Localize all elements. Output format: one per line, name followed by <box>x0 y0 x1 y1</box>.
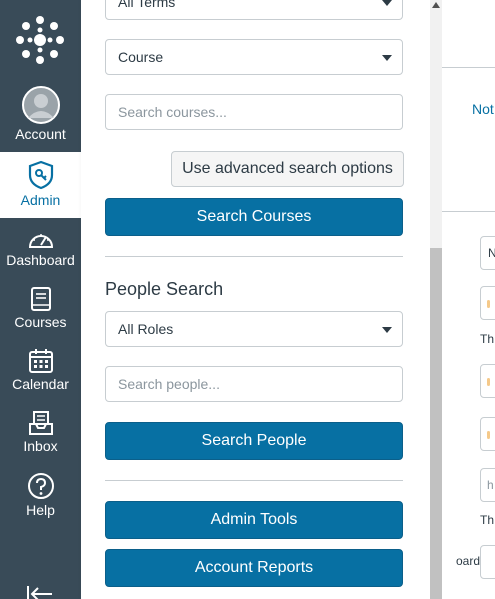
term-select-value: All Terms <box>118 0 176 10</box>
calendar-icon <box>28 349 53 373</box>
text-field[interactable] <box>480 286 495 320</box>
help-text: Th <box>480 513 495 527</box>
collapse-arrow-icon <box>27 586 52 599</box>
nav-calendar[interactable]: Calendar <box>0 348 81 396</box>
help-question-icon <box>27 473 54 499</box>
help-text: Th <box>480 332 495 346</box>
text-field[interactable] <box>480 364 495 398</box>
text-field[interactable] <box>480 417 495 451</box>
search-courses-input[interactable] <box>105 94 403 130</box>
search-courses-button[interactable]: Search Courses <box>105 198 403 236</box>
term-select[interactable]: All Terms <box>105 0 403 20</box>
divider <box>105 480 403 481</box>
name-field[interactable]: N <box>480 236 495 270</box>
inbox-icon <box>28 411 53 435</box>
roles-select-value: All Roles <box>118 321 174 337</box>
advanced-search-button[interactable]: Use advanced search options <box>171 151 404 187</box>
roles-select[interactable]: All Roles <box>105 311 403 347</box>
nav-courses-label: Courses <box>14 314 67 330</box>
search-people-button[interactable]: Search People <box>105 422 403 460</box>
tray-scrollbar[interactable] <box>430 0 442 599</box>
shield-key-icon <box>28 160 53 190</box>
canvas-logo-icon[interactable] <box>14 14 66 66</box>
chevron-down-icon <box>382 0 392 6</box>
scrollbar-thumb[interactable] <box>430 248 442 599</box>
people-search-heading: People Search <box>105 279 224 299</box>
scroll-up-arrow-icon[interactable] <box>432 2 440 8</box>
dashboard-gauge-icon <box>28 234 53 248</box>
tab-notifications[interactable]: Not <box>472 101 494 117</box>
nav-help-label: Help <box>26 502 55 518</box>
name-field-text: N <box>488 246 495 260</box>
course-type-select[interactable]: Course <box>105 39 403 75</box>
book-icon <box>30 287 51 311</box>
account-reports-button[interactable]: Account Reports <box>105 549 403 587</box>
chevron-down-icon <box>382 327 392 333</box>
chevron-down-icon <box>382 55 392 61</box>
course-type-select-value: Course <box>118 49 164 65</box>
nav-inbox[interactable]: Inbox <box>0 410 81 458</box>
nav-courses[interactable]: Courses <box>0 286 81 332</box>
nav-account[interactable]: Account <box>0 86 81 148</box>
admin-tray: All Terms Course Use advanced search opt… <box>81 0 430 599</box>
nav-inbox-label: Inbox <box>23 438 58 454</box>
nav-dashboard[interactable]: Dashboard <box>0 228 81 272</box>
nav-calendar-label: Calendar <box>12 376 69 392</box>
text-field-placeholder: h <box>487 478 494 492</box>
avatar-icon <box>21 86 60 124</box>
global-navigation: Account Admin Dashboard Courses Calendar… <box>0 0 81 599</box>
nav-account-label: Account <box>15 126 66 142</box>
text-field[interactable]: h <box>480 468 495 502</box>
nav-admin[interactable]: Admin <box>0 152 81 218</box>
nav-help[interactable]: Help <box>0 472 81 520</box>
divider <box>105 256 403 257</box>
collapse-nav-button[interactable] <box>0 584 81 599</box>
nav-dashboard-label: Dashboard <box>6 252 75 268</box>
search-people-input[interactable] <box>105 366 403 402</box>
select-field[interactable] <box>480 545 495 579</box>
admin-tools-button[interactable]: Admin Tools <box>105 501 403 539</box>
nav-admin-label: Admin <box>20 192 61 208</box>
